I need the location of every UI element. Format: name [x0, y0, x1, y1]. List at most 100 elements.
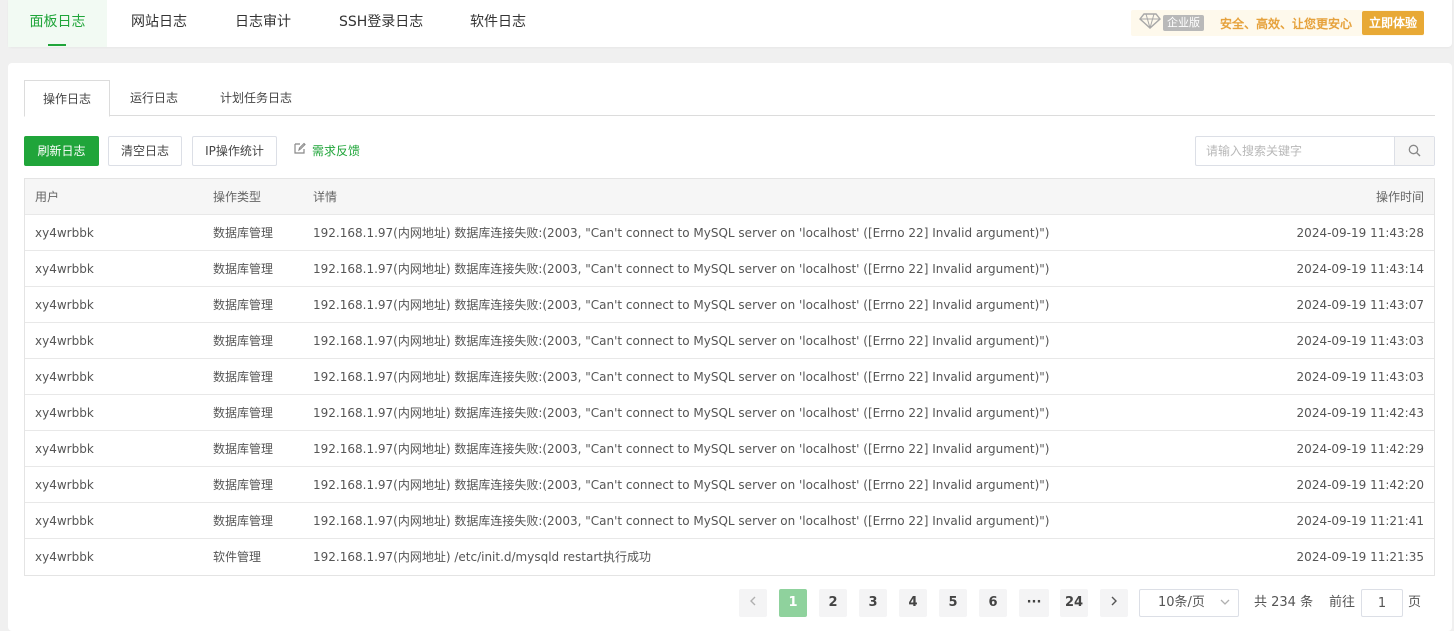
top-nav-bar: 面板日志 网站日志 日志审计 SSH登录日志 软件日志 企业版 安全、高效、让您…: [8, 0, 1452, 47]
search-input[interactable]: [1196, 137, 1394, 165]
search-button[interactable]: [1394, 137, 1434, 165]
cell-detail: 192.168.1.97(内网地址) 数据库连接失败:(2003, "Can't…: [313, 298, 1050, 312]
search-box: [1195, 136, 1435, 166]
cell-time: 2024-09-19 11:42:20: [1296, 478, 1424, 492]
cell-user: xy4wrbbk: [35, 478, 94, 492]
diamond-icon: [1139, 13, 1161, 33]
enterprise-badge: 企业版: [1131, 10, 1208, 36]
cell-user: xy4wrbbk: [35, 550, 94, 564]
cell-time: 2024-09-19 11:43:03: [1296, 334, 1424, 348]
cell-detail: 192.168.1.97(内网地址) 数据库连接失败:(2003, "Can't…: [313, 334, 1050, 348]
table-row: xy4wrbbk 数据库管理 192.168.1.97(内网地址) 数据库连接失…: [25, 215, 1434, 251]
cell-user: xy4wrbbk: [35, 442, 94, 456]
cell-user: xy4wrbbk: [35, 226, 94, 240]
log-panel: 操作日志 运行日志 计划任务日志 刷新日志 清空日志 IP操作统计 需求反馈 用…: [8, 63, 1452, 631]
sub-tab-bar: 操作日志 运行日志 计划任务日志: [24, 80, 1435, 117]
cell-type: 数据库管理: [213, 226, 274, 240]
page-4-button[interactable]: 4: [899, 589, 927, 617]
page-5-button[interactable]: 5: [939, 589, 967, 617]
table-row: xy4wrbbk 数据库管理 192.168.1.97(内网地址) 数据库连接失…: [25, 503, 1434, 539]
cell-detail: 192.168.1.97(内网地址) 数据库连接失败:(2003, "Can't…: [313, 442, 1050, 456]
cell-time: 2024-09-19 11:21:41: [1296, 514, 1424, 528]
page-2-button[interactable]: 2: [819, 589, 847, 617]
enterprise-promo: 企业版 安全、高效、让您更安心 立即体验: [1130, 10, 1424, 36]
cell-type: 数据库管理: [213, 514, 274, 528]
subtab-run-log[interactable]: 运行日志: [112, 80, 196, 116]
cell-time: 2024-09-19 11:43:28: [1296, 226, 1424, 240]
page-3-button[interactable]: 3: [859, 589, 887, 617]
tab-software-log[interactable]: 软件日志: [470, 0, 526, 47]
table-row: xy4wrbbk 数据库管理 192.168.1.97(内网地址) 数据库连接失…: [25, 467, 1434, 503]
prev-page-button[interactable]: [739, 589, 767, 617]
cell-time: 2024-09-19 11:42:43: [1296, 406, 1424, 420]
table-row: xy4wrbbk 数据库管理 192.168.1.97(内网地址) 数据库连接失…: [25, 431, 1434, 467]
header-user: 用户: [35, 190, 60, 204]
cell-type: 数据库管理: [213, 370, 274, 384]
cell-user: xy4wrbbk: [35, 334, 94, 348]
tab-ssh-login-log[interactable]: SSH登录日志: [339, 0, 423, 47]
promo-slogan: 安全、高效、让您更安心: [1219, 16, 1352, 31]
table-row: xy4wrbbk 数据库管理 192.168.1.97(内网地址) 数据库连接失…: [25, 251, 1434, 287]
page-size-value: 10条/页: [1158, 595, 1205, 610]
subtab-operation-log[interactable]: 操作日志: [24, 80, 110, 117]
cell-detail: 192.168.1.97(内网地址) 数据库连接失败:(2003, "Can't…: [313, 478, 1050, 492]
table-row: xy4wrbbk 软件管理 192.168.1.97(内网地址) /etc/in…: [25, 539, 1434, 575]
cell-time: 2024-09-19 11:43:14: [1296, 262, 1424, 276]
tab-website-log[interactable]: 网站日志: [131, 0, 187, 47]
more-pages-button[interactable]: ···: [1019, 589, 1049, 617]
total-count: 共 234 条: [1254, 595, 1314, 610]
table-row: xy4wrbbk 数据库管理 192.168.1.97(内网地址) 数据库连接失…: [25, 395, 1434, 431]
ip-stats-button[interactable]: IP操作统计: [192, 136, 277, 166]
try-now-button[interactable]: 立即体验: [1361, 11, 1424, 35]
cell-time: 2024-09-19 11:43:03: [1296, 370, 1424, 384]
feedback-link[interactable]: 需求反馈: [293, 136, 360, 166]
tab-panel-log[interactable]: 面板日志: [8, 0, 107, 47]
clear-log-button[interactable]: 清空日志: [108, 136, 182, 166]
cell-detail: 192.168.1.97(内网地址) 数据库连接失败:(2003, "Can't…: [313, 406, 1050, 420]
next-page-button[interactable]: [1100, 589, 1128, 617]
cell-type: 数据库管理: [213, 406, 274, 420]
goto-page-input[interactable]: [1361, 589, 1403, 617]
cell-user: xy4wrbbk: [35, 514, 94, 528]
header-detail: 详情: [313, 190, 338, 204]
cell-type: 软件管理: [213, 550, 262, 564]
edit-icon: [293, 136, 312, 166]
cell-time: 2024-09-19 11:43:07: [1296, 298, 1424, 312]
refresh-log-button[interactable]: 刷新日志: [24, 136, 99, 166]
cell-type: 数据库管理: [213, 334, 274, 348]
header-time: 操作时间: [1375, 190, 1424, 204]
header-type: 操作类型: [213, 190, 262, 204]
operation-log-table: 用户 操作类型 详情 操作时间 xy4wrbbk 数据库管理 192.168.1…: [24, 178, 1435, 576]
table-row: xy4wrbbk 数据库管理 192.168.1.97(内网地址) 数据库连接失…: [25, 287, 1434, 323]
table-header: 用户 操作类型 详情 操作时间: [25, 179, 1434, 215]
page-size-select[interactable]: 10条/页: [1139, 589, 1239, 617]
cell-detail: 192.168.1.97(内网地址) 数据库连接失败:(2003, "Can't…: [313, 262, 1050, 276]
cell-user: xy4wrbbk: [35, 298, 94, 312]
page-1-button[interactable]: 1: [779, 589, 807, 617]
cell-detail: 192.168.1.97(内网地址) 数据库连接失败:(2003, "Can't…: [313, 370, 1050, 384]
cell-user: xy4wrbbk: [35, 406, 94, 420]
chevron-left-icon: [749, 595, 757, 610]
table-row: xy4wrbbk 数据库管理 192.168.1.97(内网地址) 数据库连接失…: [25, 359, 1434, 395]
chevron-right-icon: [1110, 595, 1118, 610]
cell-user: xy4wrbbk: [35, 370, 94, 384]
page-6-button[interactable]: 6: [979, 589, 1007, 617]
cell-time: 2024-09-19 11:42:29: [1296, 442, 1424, 456]
subtab-cron-log[interactable]: 计划任务日志: [201, 80, 311, 116]
cell-type: 数据库管理: [213, 262, 274, 276]
cell-time: 2024-09-19 11:21:35: [1296, 550, 1424, 564]
enterprise-badge-label: 企业版: [1162, 15, 1204, 31]
search-icon: [1408, 142, 1421, 161]
cell-type: 数据库管理: [213, 442, 274, 456]
tab-log-audit[interactable]: 日志审计: [235, 0, 291, 47]
goto-label: 前往: [1329, 595, 1356, 610]
cell-type: 数据库管理: [213, 478, 274, 492]
goto-suffix: 页: [1408, 595, 1422, 610]
table-row: xy4wrbbk 数据库管理 192.168.1.97(内网地址) 数据库连接失…: [25, 323, 1434, 359]
cell-detail: 192.168.1.97(内网地址) 数据库连接失败:(2003, "Can't…: [313, 226, 1050, 240]
page-24-button[interactable]: 24: [1060, 589, 1088, 617]
cell-type: 数据库管理: [213, 298, 274, 312]
cell-user: xy4wrbbk: [35, 262, 94, 276]
cell-detail: 192.168.1.97(内网地址) /etc/init.d/mysqld re…: [313, 550, 651, 564]
feedback-label: 需求反馈: [312, 144, 361, 158]
